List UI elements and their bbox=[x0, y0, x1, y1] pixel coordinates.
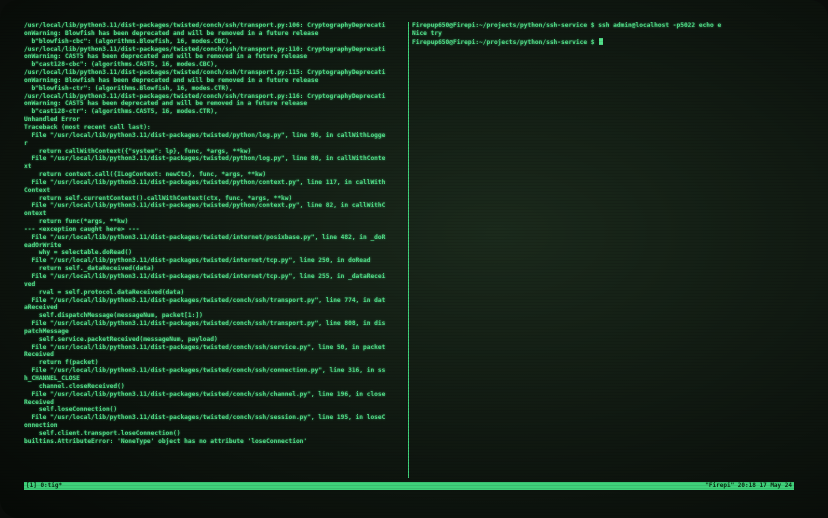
terminal-line: onnection bbox=[24, 422, 58, 430]
terminal-line: File "/usr/local/lib/python3.11/dist-pac… bbox=[24, 202, 386, 210]
terminal-line: File "/usr/local/lib/python3.11/dist-pac… bbox=[24, 155, 386, 163]
terminal-line: onWarning: Blowfish has been deprecated … bbox=[24, 29, 319, 37]
terminal-line: return func(*args, **kw) bbox=[24, 218, 129, 226]
terminal-line: return f(packet) bbox=[24, 359, 99, 367]
terminal-line: /usr/local/lib/python3.11/dist-packages/… bbox=[24, 22, 386, 29]
text-cursor bbox=[599, 37, 604, 45]
terminal-line: File "/usr/local/lib/python3.11/dist-pac… bbox=[24, 343, 386, 351]
terminal-line: b"cast128-cbc": (algorithms.CAST5, 16, m… bbox=[24, 61, 218, 69]
terminal-line: File "/usr/local/lib/python3.11/dist-pac… bbox=[24, 233, 386, 241]
crt-screen: /usr/local/lib/python3.11/dist-packages/… bbox=[0, 0, 828, 518]
terminal-line: File "/usr/local/lib/python3.11/dist-pac… bbox=[24, 178, 386, 186]
terminal-pane-left[interactable]: /usr/local/lib/python3.11/dist-packages/… bbox=[24, 22, 406, 478]
terminal-line: channel.closeReceived() bbox=[24, 382, 125, 390]
status-host-clock: "Firepi" 20:18 17 May 24 bbox=[705, 482, 792, 489]
terminal-line: b"cast128-ctr": (algorithms.CAST5, 16, m… bbox=[24, 108, 218, 116]
terminal-line: xt bbox=[24, 163, 32, 171]
terminal-line: onWarning: Blowfish has been deprecated … bbox=[24, 76, 319, 84]
terminal-line: Firepup650@Firepi:~/projects/python/ssh-… bbox=[412, 37, 804, 47]
terminal-line: File "/usr/local/lib/python3.11/dist-pac… bbox=[24, 273, 386, 280]
terminal-line: builtins.AttributeError: 'NoneType' obje… bbox=[24, 437, 308, 445]
terminal-line: return context.call({ILogContext: newCtx… bbox=[24, 171, 267, 179]
terminal-line: File "/usr/local/lib/python3.11/dist-pac… bbox=[24, 367, 386, 375]
terminal-line: self.dispatchMessage(messageNum, packet[… bbox=[24, 312, 203, 320]
terminal-line: File "/usr/local/lib/python3.11/dist-pac… bbox=[24, 131, 386, 139]
terminal-line: patchMessage bbox=[24, 327, 69, 335]
status-window-list[interactable]: [1] 0:tig* bbox=[26, 482, 62, 490]
terminal-line: Traceback (most recent call last): bbox=[24, 123, 151, 131]
terminal-line: return self._dataReceived(data) bbox=[24, 265, 155, 273]
terminal-line: Context bbox=[24, 186, 51, 194]
terminal-line: File "/usr/local/lib/python3.11/dist-pac… bbox=[24, 257, 371, 265]
terminal-pane-right[interactable]: Firepup650@Firepi:~/projects/python/ssh-… bbox=[412, 22, 804, 478]
terminal-line: Firepup650@Firepi:~/projects/python/ssh-… bbox=[412, 22, 722, 29]
terminal-line: self.loseConnection() bbox=[24, 406, 118, 414]
terminal-line: self.client.transport.loseConnection() bbox=[24, 429, 181, 437]
terminal-line: /usr/local/lib/python3.11/dist-packages/… bbox=[24, 69, 386, 77]
tmux-status-bar: [1] 0:tig* "Firepi" 20:18 17 May 24 bbox=[24, 482, 794, 490]
terminal-line: Unhandled Error bbox=[24, 116, 80, 124]
terminal-line: h_CHANNEL_CLOSE bbox=[24, 374, 80, 382]
pane-divider[interactable] bbox=[408, 22, 409, 478]
terminal-line: b"blowfish-ctr": (algorithms.Blowfish, 1… bbox=[24, 84, 233, 92]
terminal-line: File "/usr/local/lib/python3.11/dist-pac… bbox=[24, 296, 386, 304]
terminal-line: ontext bbox=[24, 210, 47, 218]
terminal-line: --- <exception caught here> --- bbox=[24, 225, 140, 233]
terminal-line: b"blowfish-cbc": (algorithms.Blowfish, 1… bbox=[24, 37, 233, 45]
terminal-line: ved bbox=[24, 280, 36, 288]
terminal-line: self.service.packetReceived(messageNum, … bbox=[24, 335, 218, 343]
terminal-line: Nice try bbox=[412, 29, 442, 37]
terminal-line: rval = self.protocol.dataReceived(data) bbox=[24, 288, 185, 296]
terminal-line: r bbox=[24, 139, 28, 147]
terminal-line: File "/usr/local/lib/python3.11/dist-pac… bbox=[24, 414, 386, 422]
terminal-line: File "/usr/local/lib/python3.11/dist-pac… bbox=[24, 320, 386, 328]
terminal-line: File "/usr/local/lib/python3.11/dist-pac… bbox=[24, 390, 386, 398]
